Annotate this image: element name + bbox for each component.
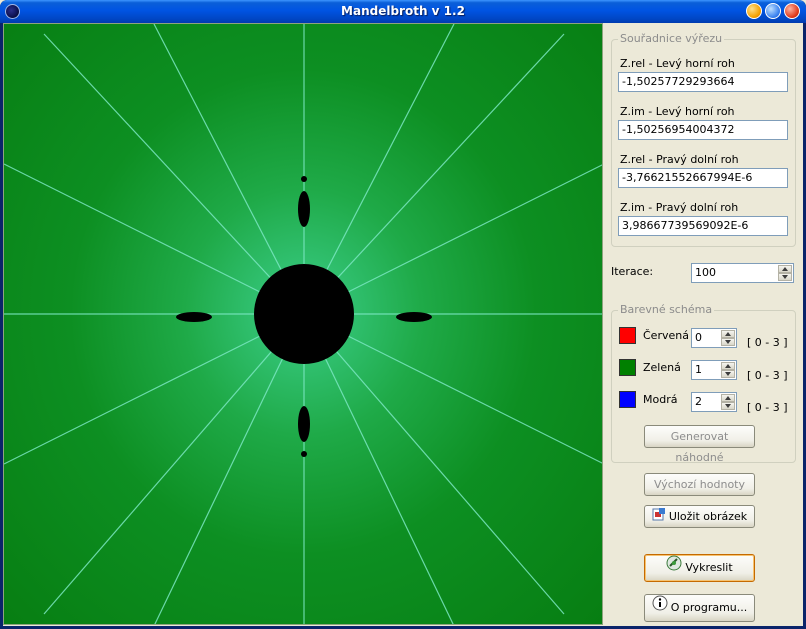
defaults-button[interactable]: Výchozí hodnoty xyxy=(644,473,755,496)
info-icon xyxy=(652,595,668,621)
green-label: Zelená xyxy=(643,361,681,374)
red-spinner[interactable]: 0 xyxy=(691,328,737,348)
fractal-canvas[interactable] xyxy=(3,23,603,625)
red-swatch xyxy=(619,327,636,344)
green-spin-arrows[interactable] xyxy=(721,362,735,378)
save-image-label: Uložit obrázek xyxy=(668,510,748,523)
spin-down-icon[interactable] xyxy=(721,338,735,346)
zrel-bottom-right-input[interactable]: -3,76621552667994E-6 xyxy=(618,168,788,188)
green-spinner[interactable]: 1 xyxy=(691,360,737,380)
zim-bottom-right-input[interactable]: 3,98667739569092E-6 xyxy=(618,216,788,236)
fractal-image xyxy=(4,24,602,624)
draw-button[interactable]: Vykreslit xyxy=(644,554,755,582)
blue-spin-arrows[interactable] xyxy=(721,394,735,410)
about-label: O programu... xyxy=(670,601,748,614)
iterations-spin-arrows[interactable] xyxy=(778,265,792,281)
red-value: 0 xyxy=(695,331,702,344)
coords-group-caption: Souřadnice výřezu xyxy=(618,32,725,45)
blue-range: [ 0 - 3 ] xyxy=(747,401,788,414)
zrel-bottom-right-label: Z.rel - Pravý dolní roh xyxy=(620,153,739,166)
app-window: Mandelbroth v 1.2 Souřadnice výřezu Z.re… xyxy=(0,0,806,629)
spin-up-icon[interactable] xyxy=(721,362,735,370)
minimize-button[interactable] xyxy=(746,3,762,19)
window-title: Mandelbroth v 1.2 xyxy=(341,4,465,18)
green-swatch xyxy=(619,359,636,376)
maximize-button[interactable] xyxy=(765,3,781,19)
close-button[interactable] xyxy=(784,3,800,19)
iterations-value: 100 xyxy=(695,266,716,279)
draw-icon xyxy=(666,555,682,581)
zrel-top-left-label: Z.rel - Levý horní roh xyxy=(620,57,735,70)
spin-up-icon[interactable] xyxy=(721,330,735,338)
zim-bottom-right-label: Z.im - Pravý dolní roh xyxy=(620,201,739,214)
spin-down-icon[interactable] xyxy=(778,273,792,281)
red-label: Červená xyxy=(643,329,689,342)
blue-swatch xyxy=(619,391,636,408)
save-image-button[interactable]: Uložit obrázek xyxy=(644,505,755,528)
spin-up-icon[interactable] xyxy=(778,265,792,273)
zrel-top-left-input[interactable]: -1,50257729293664 xyxy=(618,72,788,92)
blue-label: Modrá xyxy=(643,393,678,406)
blue-spinner[interactable]: 2 xyxy=(691,392,737,412)
spin-up-icon[interactable] xyxy=(721,394,735,402)
iterations-spinner[interactable]: 100 xyxy=(691,263,794,283)
green-range: [ 0 - 3 ] xyxy=(747,369,788,382)
blue-value: 2 xyxy=(695,395,702,408)
iterations-label: Iterace: xyxy=(611,265,654,278)
color-scheme-caption: Barevné schéma xyxy=(618,303,715,316)
red-range: [ 0 - 3 ] xyxy=(747,336,788,349)
spin-down-icon[interactable] xyxy=(721,402,735,410)
save-image-icon xyxy=(652,507,666,528)
zim-top-left-input[interactable]: -1,50256954004372 xyxy=(618,120,788,140)
generate-random-button[interactable]: Generovat náhodné xyxy=(644,425,755,464)
zim-top-left-label: Z.im - Levý horní roh xyxy=(620,105,735,118)
title-bar[interactable]: Mandelbroth v 1.2 xyxy=(0,0,806,23)
red-spin-arrows[interactable] xyxy=(721,330,735,346)
draw-label: Vykreslit xyxy=(685,561,733,574)
spin-down-icon[interactable] xyxy=(721,370,735,378)
green-value: 1 xyxy=(695,363,702,376)
about-button[interactable]: O programu... xyxy=(644,594,755,622)
client-area: Souřadnice výřezu Z.rel - Levý horní roh… xyxy=(3,23,803,626)
